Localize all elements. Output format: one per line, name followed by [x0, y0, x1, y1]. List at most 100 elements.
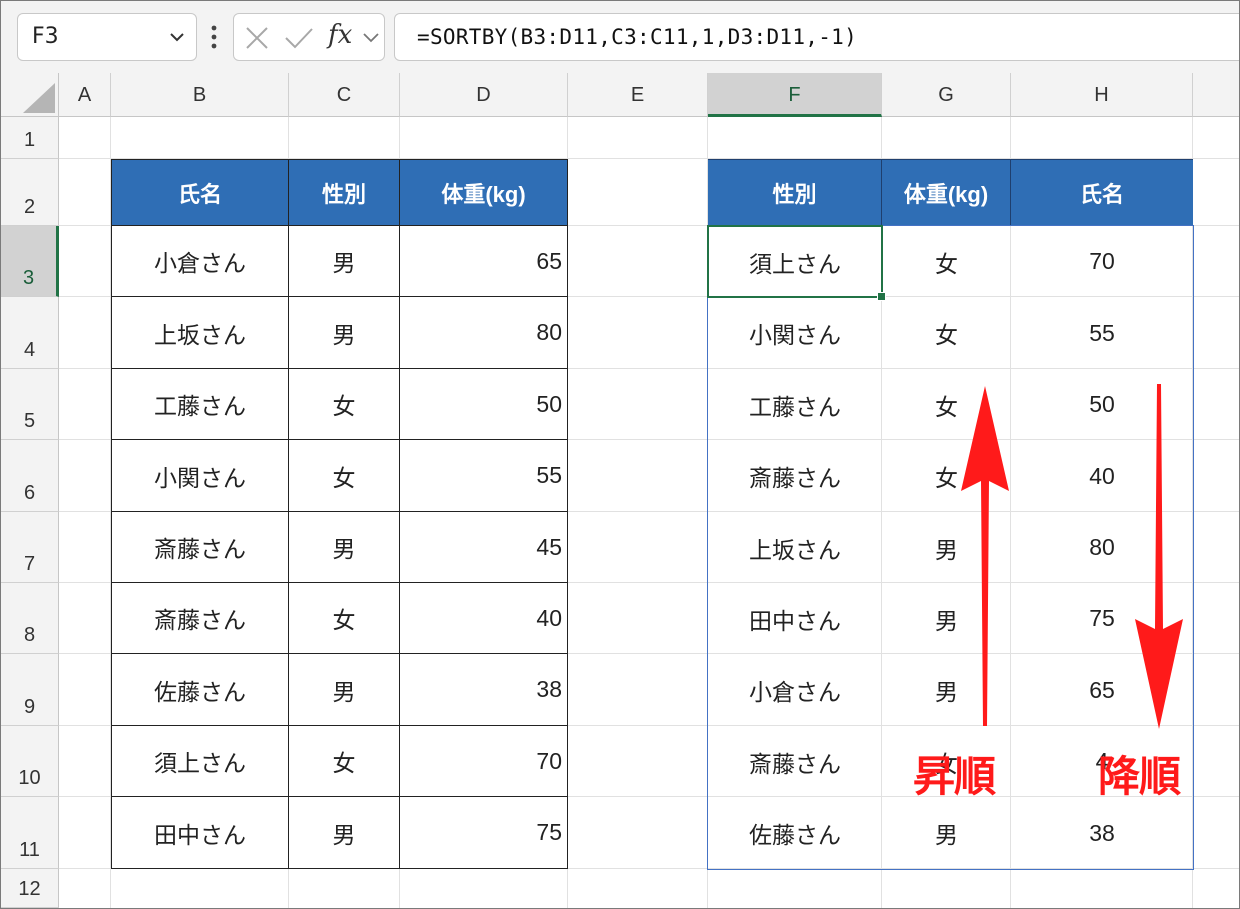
column-header-e[interactable]: E — [568, 73, 708, 117]
source-cell[interactable]: 佐藤さん — [111, 654, 289, 726]
row-header-8[interactable]: 8 — [1, 583, 59, 654]
formula-bar: F3 fx =SORTBY(B3:D11,C3:C11,1,D3:D11,-1) — [1, 1, 1239, 73]
source-cell[interactable]: 田中さん — [111, 797, 289, 869]
column-header-overflow — [1193, 73, 1239, 117]
source-cell[interactable]: 小倉さん — [111, 226, 289, 297]
row-header-1[interactable]: 1 — [1, 117, 59, 159]
source-cell[interactable]: 男 — [289, 512, 400, 583]
arrow-down-icon — [1135, 384, 1183, 729]
result-cell[interactable]: 女 — [882, 297, 1011, 369]
chevron-down-icon[interactable] — [166, 26, 188, 48]
source-header-cell[interactable]: 体重(kg) — [400, 159, 568, 226]
name-box-value: F3 — [32, 24, 59, 49]
row-header-11[interactable]: 11 — [1, 797, 59, 869]
source-cell[interactable]: 65 — [400, 226, 568, 297]
result-cell[interactable]: 田中さん — [708, 583, 882, 654]
fill-handle[interactable] — [877, 292, 886, 301]
result-cell[interactable]: 工藤さん — [708, 369, 882, 440]
column-header-b[interactable]: B — [111, 73, 289, 117]
source-cell[interactable]: 50 — [400, 369, 568, 440]
result-header-cell[interactable]: 性別 — [708, 159, 882, 226]
insert-function-button[interactable]: fx — [328, 20, 352, 50]
source-cell[interactable]: 上坂さん — [111, 297, 289, 369]
row-header-2[interactable]: 2 — [1, 159, 59, 226]
result-cell[interactable]: 斎藤さん — [708, 440, 882, 512]
row-header-7[interactable]: 7 — [1, 512, 59, 583]
source-cell[interactable]: 女 — [289, 726, 400, 797]
row-number: 8 — [23, 624, 36, 646]
arrow-up-icon — [961, 386, 1009, 726]
result-cell[interactable]: 上坂さん — [708, 512, 882, 583]
column-header-g[interactable]: G — [882, 73, 1011, 117]
column-header-c[interactable]: C — [289, 73, 400, 117]
source-cell[interactable]: 男 — [289, 797, 400, 869]
source-cell[interactable]: 75 — [400, 797, 568, 869]
formula-input[interactable]: =SORTBY(B3:D11,C3:C11,1,D3:D11,-1) — [394, 13, 1239, 61]
row-number: 3 — [22, 267, 35, 289]
source-cell[interactable]: 38 — [400, 654, 568, 726]
result-cell[interactable]: 小倉さん — [708, 654, 882, 726]
result-header-cell[interactable]: 氏名 — [1011, 159, 1193, 226]
cancel-icon[interactable] — [244, 25, 270, 51]
source-cell[interactable]: 70 — [400, 726, 568, 797]
row-header-6[interactable]: 6 — [1, 440, 59, 512]
row-number: 9 — [23, 696, 36, 718]
column-header-d[interactable]: D — [400, 73, 568, 117]
row-header-4[interactable]: 4 — [1, 297, 59, 369]
source-cell[interactable]: 斎藤さん — [111, 583, 289, 654]
source-cell[interactable]: 女 — [289, 369, 400, 440]
row-number: 11 — [19, 839, 40, 861]
result-cell[interactable]: 70 — [1011, 226, 1193, 297]
source-cell[interactable]: 40 — [400, 583, 568, 654]
select-all-corner[interactable] — [1, 73, 59, 117]
result-cell[interactable]: 小関さん — [708, 297, 882, 369]
source-cell[interactable]: 小関さん — [111, 440, 289, 512]
source-cell[interactable]: 斎藤さん — [111, 512, 289, 583]
source-header-cell[interactable]: 氏名 — [111, 159, 289, 226]
result-header-cell[interactable]: 体重(kg) — [882, 159, 1011, 226]
row-number: 1 — [23, 129, 36, 151]
active-cell[interactable] — [707, 225, 883, 298]
source-cell[interactable]: 工藤さん — [111, 369, 289, 440]
result-cell[interactable]: 佐藤さん — [708, 797, 882, 869]
column-header-f[interactable]: F — [708, 73, 882, 117]
source-cell[interactable]: 80 — [400, 297, 568, 369]
ascending-label: 昇順 — [913, 752, 996, 801]
excel-window: F3 fx =SORTBY(B3:D11,C3:C11,1,D3:D11,-1)… — [0, 0, 1240, 909]
source-cell[interactable]: 女 — [289, 440, 400, 512]
row-number: 4 — [23, 339, 36, 361]
name-box[interactable]: F3 — [17, 13, 197, 61]
row-header-9[interactable]: 9 — [1, 654, 59, 726]
select-all-icon[interactable] — [1, 73, 59, 117]
row-number: 6 — [23, 482, 36, 504]
row-number: 10 — [18, 767, 41, 789]
source-cell[interactable]: 男 — [289, 654, 400, 726]
source-cell[interactable]: 男 — [289, 297, 400, 369]
descending-label: 降順 — [1098, 752, 1181, 801]
result-cell[interactable]: 55 — [1011, 297, 1193, 369]
result-cell[interactable]: 斎藤さん — [708, 726, 882, 797]
column-header-h[interactable]: H — [1011, 73, 1193, 117]
result-cell[interactable]: 女 — [882, 226, 1011, 297]
source-cell[interactable]: 須上さん — [111, 726, 289, 797]
source-cell[interactable]: 女 — [289, 583, 400, 654]
source-cell[interactable]: 45 — [400, 512, 568, 583]
source-cell[interactable]: 男 — [289, 226, 400, 297]
source-cell[interactable]: 55 — [400, 440, 568, 512]
row-header-10[interactable]: 10 — [1, 726, 59, 797]
chevron-down-icon[interactable] — [362, 30, 380, 46]
source-header-cell[interactable]: 性別 — [289, 159, 400, 226]
formula-text: =SORTBY(B3:D11,C3:C11,1,D3:D11,-1) — [417, 25, 858, 49]
column-header-a[interactable]: A — [59, 73, 111, 117]
row-header-12[interactable]: 12 — [1, 869, 59, 908]
more-options-icon[interactable] — [204, 19, 224, 55]
result-cell[interactable]: 38 — [1011, 797, 1193, 869]
row-header-5[interactable]: 5 — [1, 369, 59, 440]
formula-controls: fx — [233, 13, 385, 61]
row-number: 5 — [23, 410, 36, 432]
row-number: 12 — [18, 878, 41, 900]
row-number: 7 — [23, 553, 36, 575]
row-header-3[interactable]: 3 — [1, 226, 59, 297]
result-cell[interactable]: 男 — [882, 797, 1011, 869]
enter-check-icon[interactable] — [284, 25, 314, 51]
